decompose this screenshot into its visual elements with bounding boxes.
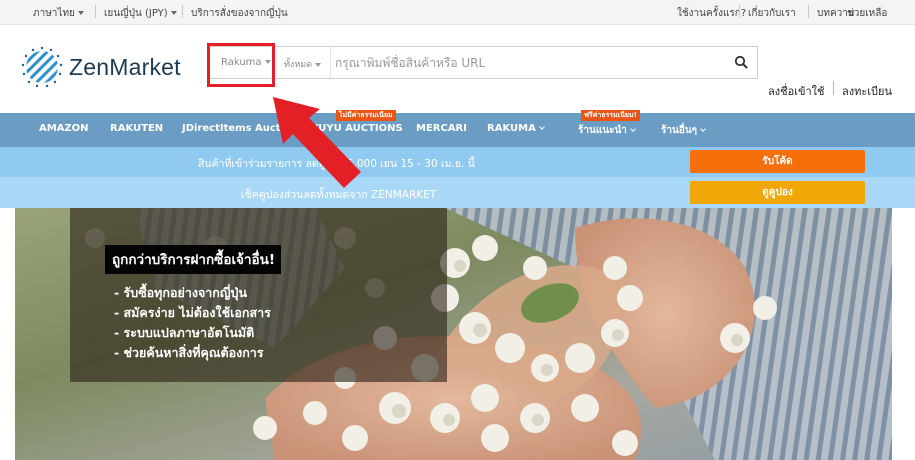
- login-link[interactable]: ลงชื่อเข้าใช้: [768, 82, 824, 100]
- help-link[interactable]: ช่วยเหลือ: [847, 6, 887, 21]
- chevron-down-icon: [700, 126, 706, 132]
- category-label: ทั้งหมด: [284, 60, 313, 70]
- zenmarket-logo-icon[interactable]: [20, 45, 64, 89]
- search-button[interactable]: [725, 47, 757, 78]
- divider: [808, 5, 809, 18]
- category-dropdown[interactable]: ทั้งหมด: [275, 47, 331, 78]
- free-fee-badge: ฟรีค่าธรรมเนียม!: [581, 110, 640, 121]
- hero-benefits-list: - รับซื้อทุกอย่างจากญี่ปุ่น - สมัครง่าย …: [114, 283, 271, 363]
- no-fee-badge: ไม่มีค่าธรรมเนียม: [336, 110, 396, 121]
- chevron-down-icon: [538, 124, 545, 130]
- about-link[interactable]: เกี่ยวกับเรา: [748, 6, 796, 21]
- top-bar: ภาษาไทย เยนญี่ปุ่น (JPY) บริการสั่งของจา…: [0, 0, 915, 25]
- search-icon: [734, 55, 748, 69]
- nav-other-label: ร้านอื่นๆ: [661, 125, 698, 136]
- chevron-down-icon: [170, 11, 177, 15]
- nav-rakuma[interactable]: RAKUMA: [487, 123, 545, 134]
- language-label: ภาษาไทย: [33, 8, 75, 19]
- currency-label: เยนญี่ปุ่น (JPY): [104, 8, 168, 19]
- service-link[interactable]: บริการสั่งของจากญี่ปุ่น: [191, 6, 288, 21]
- search-bar: Rakuma ทั้งหมด: [208, 46, 758, 79]
- promo-coupon-text: เช็คคูปองส่วนลดทั้งหมดจาก ZENMARKET: [241, 189, 437, 201]
- store-nav: AMAZON RAKUTEN JDirectItems Auction YUYU…: [0, 110, 915, 147]
- chevron-down-icon: [630, 126, 636, 132]
- promo-discount-text: สินค้าที่เข้าร่วมรายการ ลดสูงสุด 5,000 เ…: [198, 158, 475, 170]
- first-time-link[interactable]: ใช้งานครั้งแรก?: [677, 6, 746, 21]
- nav-jdirectitems[interactable]: JDirectItems Auction: [182, 123, 298, 134]
- hero-benefit-item: - รับซื้อทุกอย่างจากญี่ปุ่น: [114, 285, 247, 300]
- hero-benefit-item: - ระบบแปลภาษาอัตโนมัติ: [114, 325, 255, 340]
- divider: [182, 5, 183, 18]
- nav-recommended[interactable]: ร้านแนะนำ: [578, 123, 636, 138]
- logo-text[interactable]: ZenMarket: [69, 54, 181, 81]
- chevron-down-icon: [77, 11, 84, 15]
- promo-banner-discount: สินค้าที่เข้าร่วมรายการ ลดสูงสุด 5,000 เ…: [0, 147, 915, 177]
- promo-banner-coupons: เช็คคูปองส่วนลดทั้งหมดจาก ZENMARKET ดูคู…: [0, 177, 915, 208]
- red-highlight-box: [207, 43, 275, 87]
- chevron-down-icon: [315, 62, 322, 67]
- nav-amazon[interactable]: AMAZON: [39, 123, 89, 134]
- nav-other-stores[interactable]: ร้านอื่นๆ: [661, 123, 706, 138]
- nav-yuyu-auctions[interactable]: YUYU AUCTIONS: [311, 123, 403, 134]
- divider: [833, 81, 834, 95]
- hero-benefit-item: - ช่วยค้นหาสิ่งที่คุณต้องการ: [114, 345, 264, 360]
- currency-selector[interactable]: เยนญี่ปุ่น (JPY): [104, 6, 177, 21]
- nav-mercari[interactable]: MERCARI: [416, 123, 467, 134]
- get-code-button[interactable]: รับโค้ด: [690, 150, 865, 173]
- nav-rakuten[interactable]: RAKUTEN: [110, 123, 163, 134]
- language-selector[interactable]: ภาษาไทย: [33, 6, 84, 21]
- search-input[interactable]: [335, 52, 715, 74]
- divider: [739, 5, 740, 18]
- divider: [95, 5, 96, 18]
- hero-benefit-item: - สมัครง่าย ไม่ต้องใช้เอกสาร: [114, 305, 271, 320]
- nav-recommended-label: ร้านแนะนำ: [578, 125, 627, 136]
- hero-title: ถูกกว่าบริการฝากซื้อเจ้าอื่น!: [105, 245, 282, 274]
- view-coupons-button[interactable]: ดูคูปอง: [690, 181, 865, 204]
- header: ZenMarket Rakuma ทั้งหมด ลงชื่อเข้าใช้ ล…: [0, 25, 915, 113]
- register-link[interactable]: ลงทะเบียน: [842, 82, 892, 100]
- nav-rakuma-label: RAKUMA: [487, 123, 536, 134]
